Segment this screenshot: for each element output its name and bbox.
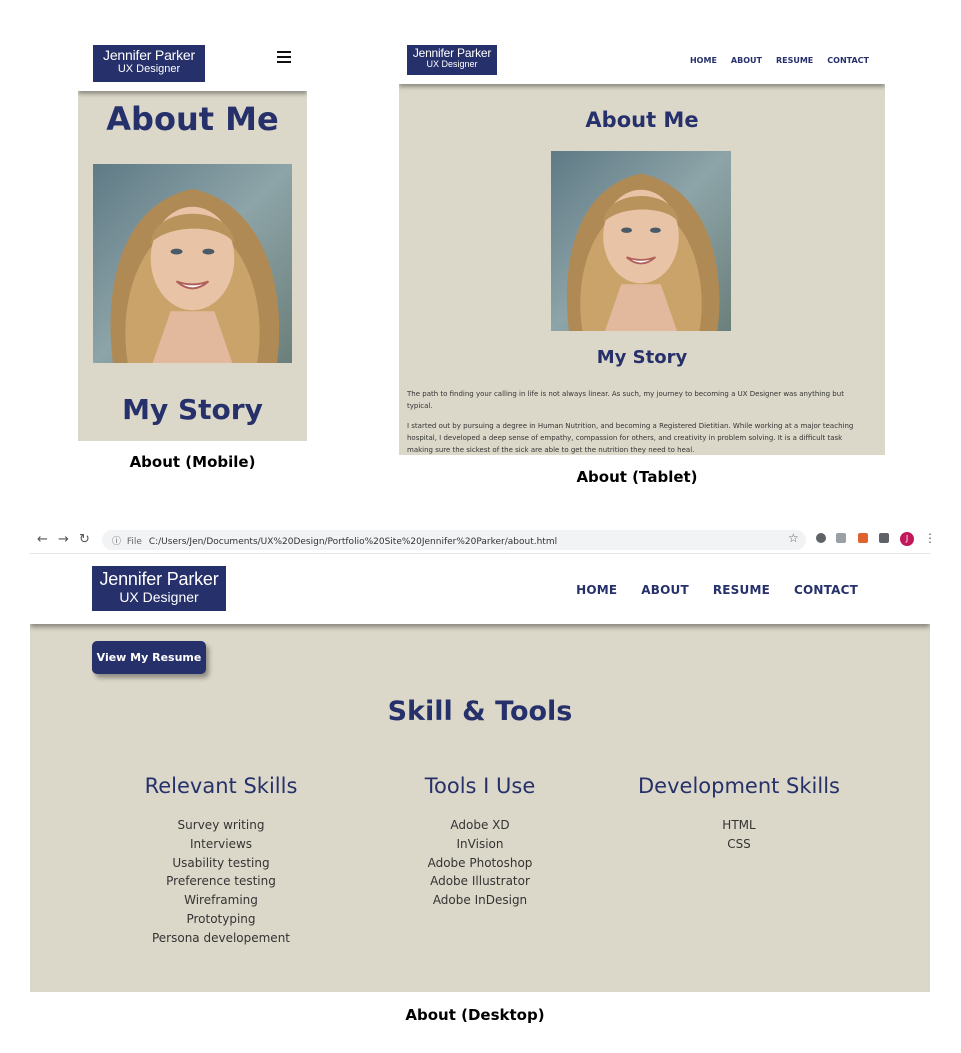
list-item: CSS [727,836,751,851]
logo-name: Jennifer Parker [99,569,219,589]
list-item: Prototyping [186,911,256,926]
logo-role: UX Designer [119,588,199,605]
dev-skill-list: HTML CSS [634,816,844,854]
logo[interactable]: Jennifer Parker UX Designer [93,45,205,82]
nav-contact[interactable]: CONTACT [794,583,858,597]
profile-avatar[interactable]: J [900,532,914,546]
column-title: Development Skills [638,774,840,798]
nav-resume[interactable]: RESUME [776,56,813,65]
logo[interactable]: Jennifer Parker UX Designer [407,45,497,75]
extension-icon-2[interactable] [836,533,846,543]
mobile-caption: About (Mobile) [129,453,256,471]
list-item: HTML [722,818,756,832]
logo-name: Jennifer Parker [103,47,195,63]
logo-name: Jennifer Parker [412,46,492,60]
main-nav: HOME ABOUT RESUME CONTACT [690,56,869,65]
logo-role: UX Designer [426,58,478,69]
tablet-header: Jennifer Parker UX Designer HOME ABOUT R… [399,36,885,84]
list-item: Persona developement [151,930,291,945]
list-item: Interviews [189,836,253,851]
nav-resume[interactable]: RESUME [713,583,770,597]
list-item: Adobe Illustrator [430,874,530,889]
profile-photo [551,151,731,331]
list-item: Usability testing [172,855,270,870]
logo[interactable]: Jennifer Parker UX Designer [92,566,226,611]
mobile-header: Jennifer Parker UX Designer [78,36,307,91]
list-item: Survey writing [177,818,265,832]
desktop-about-screen: Jennifer Parker UX Designer HOME ABOUT R… [30,554,930,992]
column-title: Tools I Use [424,774,536,798]
extension-icon-1[interactable] [816,533,826,543]
url-text: C:/Users/Jen/Documents/UX%20Design/Portf… [148,537,558,547]
main-nav: HOME ABOUT RESUME CONTACT [576,583,858,597]
back-icon[interactable]: ← [37,532,48,547]
skill-list: Survey writing Interviews Usability test… [142,816,300,948]
url-scheme-label: File [126,537,142,547]
column-title: Relevant Skills [144,774,298,798]
desktop-header: Jennifer Parker UX Designer HOME ABOUT R… [30,554,930,624]
nav-home[interactable]: HOME [576,583,617,597]
extension-icon-3[interactable] [858,533,868,543]
tablet-about-screen: Jennifer Parker UX Designer HOME ABOUT R… [399,36,885,455]
address-bar[interactable]: ⓘ File C:/Users/Jen/Documents/UX%20Desig… [102,530,806,550]
list-item: Adobe InDesign [432,893,528,908]
more-menu-icon[interactable]: ⋮ [924,531,936,545]
bookmark-star-icon[interactable]: ☆ [788,531,799,545]
story-paragraph-1: The path to finding your calling in life… [407,390,844,410]
profile-photo [93,164,292,363]
section-title: My Story [596,347,688,368]
reload-icon[interactable]: ↻ [79,532,90,547]
list-item: Adobe XD [450,818,510,832]
tool-list: Adobe XD InVision Adobe Photoshop Adobe … [415,816,545,910]
skills-column-relevant: Relevant Skills Survey writing Interview… [142,774,300,948]
section-title: My Story [122,393,263,426]
nav-about[interactable]: ABOUT [731,56,762,65]
logo-role: UX Designer [117,62,181,75]
story-paragraph-2: I started out by pursuing a degree in Hu… [407,422,854,454]
list-item: InVision [456,836,504,851]
page-title: About Me [106,100,279,138]
page-title: About Me [585,108,699,132]
puzzle-extensions-icon[interactable] [879,533,889,543]
skills-column-development: Development Skills HTML CSS [634,774,844,854]
skills-column-tools: Tools I Use Adobe XD InVision Adobe Phot… [415,774,545,910]
nav-about[interactable]: ABOUT [641,583,689,597]
nav-contact[interactable]: CONTACT [827,56,869,65]
view-resume-button[interactable]: View My Resume [92,641,206,674]
info-icon[interactable]: ⓘ [112,537,121,547]
list-item: Wireframing [184,893,258,908]
hamburger-icon[interactable] [277,51,291,64]
nav-home[interactable]: HOME [690,56,717,65]
browser-toolbar: ← → ↻ ⓘ File C:/Users/Jen/Documents/UX%2… [30,526,936,554]
desktop-caption: About (Desktop) [405,1006,545,1024]
skills-heading: Skill & Tools [387,696,573,727]
tablet-caption: About (Tablet) [576,468,698,486]
list-item: Preference testing [166,874,276,889]
list-item: Adobe Photoshop [427,855,533,870]
mobile-about-screen: Jennifer Parker UX Designer About Me My … [78,36,307,441]
forward-icon[interactable]: → [58,532,69,547]
